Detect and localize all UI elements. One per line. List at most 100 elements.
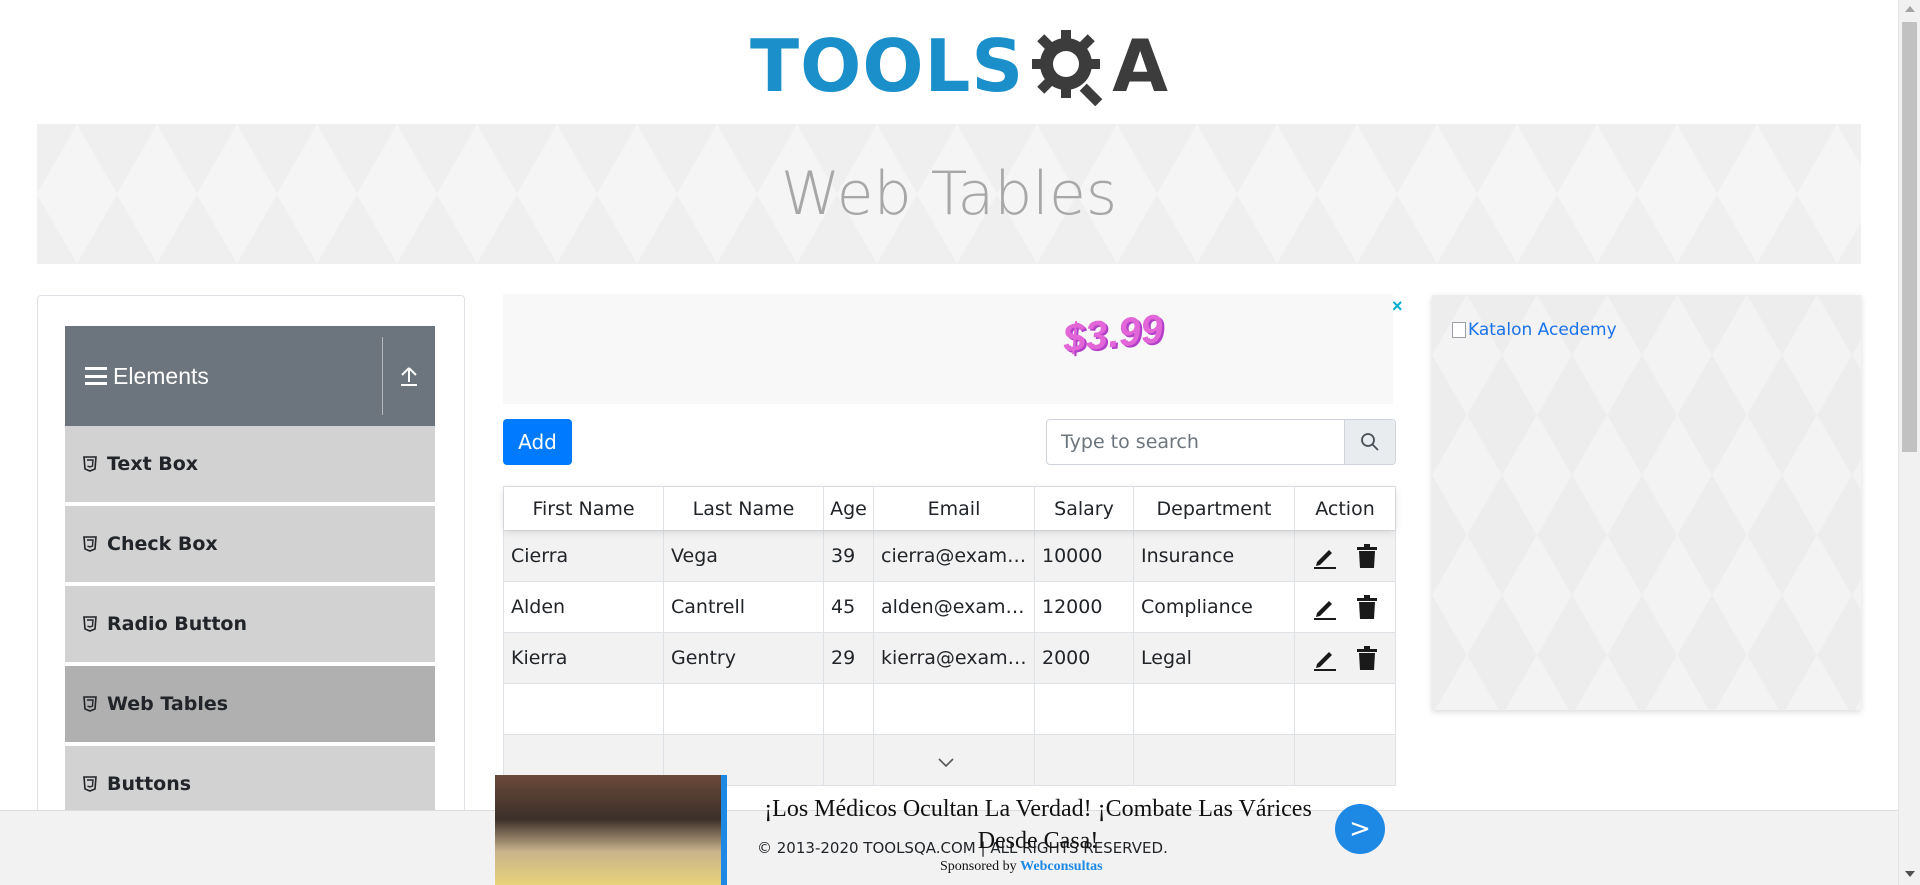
cell-last-name: Cantrell	[664, 582, 824, 632]
pencil-icon[interactable]	[1312, 543, 1338, 569]
empty-cell	[1134, 684, 1295, 734]
elements-group-header[interactable]: Elements	[65, 326, 435, 426]
cell-actions	[1295, 633, 1395, 683]
table-row: Alden Cantrell 45 alden@example.com 1200…	[504, 581, 1395, 632]
empty-cell	[504, 684, 664, 734]
table-row-empty	[504, 683, 1395, 734]
pencil-icon[interactable]	[1312, 645, 1338, 671]
scrollbar-thumb[interactable]	[1902, 22, 1917, 452]
cell-first-name: Alden	[504, 582, 664, 632]
trash-icon[interactable]	[1356, 544, 1378, 568]
page-title: Web Tables	[780, 159, 1118, 229]
sidebar-item-text-box[interactable]: Text Box	[65, 426, 435, 504]
email-text: cierra@example.com	[881, 545, 1027, 567]
search-button[interactable]	[1344, 420, 1395, 464]
email-text: kierra@example.com	[881, 647, 1027, 669]
ad-headline[interactable]: ¡Los Médicos Ocultan La Verdad! ¡Combate…	[743, 793, 1333, 857]
add-button[interactable]: Add	[503, 419, 572, 465]
top-ad-banner[interactable]: $3.99	[503, 294, 1393, 404]
html5-icon	[83, 536, 97, 552]
table-row: Cierra Vega 39 cierra@example.com 10000 …	[504, 530, 1395, 581]
scroll-down-arrow-icon[interactable]	[1905, 871, 1915, 877]
cell-email: alden@example.com	[874, 582, 1035, 632]
sidebar-item-label: Check Box	[107, 533, 218, 555]
scroll-up-arrow-icon[interactable]	[1905, 6, 1915, 12]
cell-salary: 10000	[1035, 531, 1134, 581]
sidebar-item-label: Radio Button	[107, 613, 247, 635]
search-icon	[1361, 433, 1379, 451]
gear-magnifier-icon	[1032, 30, 1103, 106]
column-header-last-name[interactable]: Last Name	[664, 487, 824, 530]
toolsqa-logo[interactable]: TOOLS A	[750, 18, 1169, 114]
cell-salary: 12000	[1035, 582, 1134, 632]
bottom-sponsored-ad[interactable]: ¡Los Médicos Ocultan La Verdad! ¡Combate…	[495, 775, 1390, 885]
empty-cell	[874, 684, 1035, 734]
cell-email: kierra@example.com	[874, 633, 1035, 683]
cell-actions	[1295, 531, 1395, 581]
arrow-up-icon	[401, 367, 417, 386]
cell-email: cierra@example.com	[874, 531, 1035, 581]
html5-icon	[83, 776, 97, 792]
image-alt-text: Katalon Acedemy	[1468, 320, 1617, 340]
collapse-button[interactable]	[383, 365, 435, 387]
sidebar-item-label: Text Box	[107, 453, 199, 475]
cell-salary: 2000	[1035, 633, 1134, 683]
search-input[interactable]	[1047, 420, 1344, 464]
chevron-down-icon[interactable]	[937, 756, 955, 768]
cell-age: 39	[824, 531, 874, 581]
cell-actions	[1295, 582, 1395, 632]
cell-department: Compliance	[1134, 582, 1295, 632]
column-header-email[interactable]: Email	[874, 487, 1035, 530]
cell-department: Legal	[1134, 633, 1295, 683]
sidebar-item-check-box[interactable]: Check Box	[65, 506, 435, 584]
sidebar-item-label: Buttons	[107, 773, 192, 795]
ad-go-button[interactable]: >	[1335, 804, 1385, 854]
column-header-age[interactable]: Age	[824, 487, 874, 530]
ad-close-button[interactable]: ×	[1392, 296, 1403, 317]
ad-thumbnail-image[interactable]	[495, 775, 721, 885]
left-sidebar: Elements Text Box Check Box Radio Button…	[37, 295, 465, 885]
cell-first-name: Kierra	[504, 633, 664, 683]
html5-icon	[83, 616, 97, 632]
column-header-first-name[interactable]: First Name	[504, 487, 664, 530]
email-text: alden@example.com	[881, 596, 1027, 618]
sponsor-name[interactable]: Webconsultas	[1020, 859, 1102, 874]
group-title: Elements	[65, 363, 382, 390]
group-title-label: Elements	[113, 362, 209, 389]
table-row: Kierra Gentry 29 kierra@example.com 2000…	[504, 632, 1395, 683]
search-box	[1046, 419, 1396, 465]
trash-icon[interactable]	[1356, 595, 1378, 619]
ad-price: $3.99	[1060, 306, 1166, 362]
cell-age: 45	[824, 582, 874, 632]
page-banner: Web Tables	[37, 124, 1861, 264]
column-header-action[interactable]: Action	[1295, 487, 1395, 530]
cell-department: Insurance	[1134, 531, 1295, 581]
empty-cell	[1035, 684, 1134, 734]
trash-icon[interactable]	[1356, 646, 1378, 670]
right-ad-banner[interactable]: Katalon Acedemy	[1432, 295, 1861, 710]
empty-cell	[1295, 684, 1395, 734]
sidebar-item-label: Web Tables	[107, 693, 229, 715]
table-header: First Name Last Name Age Email Salary De…	[504, 487, 1395, 530]
sidebar-item-web-tables[interactable]: Web Tables	[65, 666, 435, 744]
sponsor-prefix: Sponsored by	[940, 859, 1017, 874]
cell-last-name: Gentry	[664, 633, 824, 683]
pencil-icon[interactable]	[1312, 594, 1338, 620]
ad-accent-bar	[721, 775, 727, 885]
empty-cell	[824, 684, 874, 734]
ad-sponsor: Sponsored by Webconsultas	[940, 859, 1103, 875]
logo-text-tools: TOOLS	[750, 24, 1025, 108]
column-header-department[interactable]: Department	[1134, 487, 1295, 530]
broken-image-icon	[1452, 322, 1466, 338]
html5-icon	[83, 456, 97, 472]
empty-cell	[664, 684, 824, 734]
cell-last-name: Vega	[664, 531, 824, 581]
sidebar-item-radio-button[interactable]: Radio Button	[65, 586, 435, 664]
html5-icon	[83, 696, 97, 712]
cell-age: 29	[824, 633, 874, 683]
hamburger-icon	[85, 367, 107, 385]
logo-text-a: A	[1112, 24, 1169, 108]
broken-image[interactable]: Katalon Acedemy	[1452, 320, 1617, 340]
column-header-salary[interactable]: Salary	[1035, 487, 1134, 530]
vertical-scrollbar[interactable]	[1898, 0, 1920, 885]
